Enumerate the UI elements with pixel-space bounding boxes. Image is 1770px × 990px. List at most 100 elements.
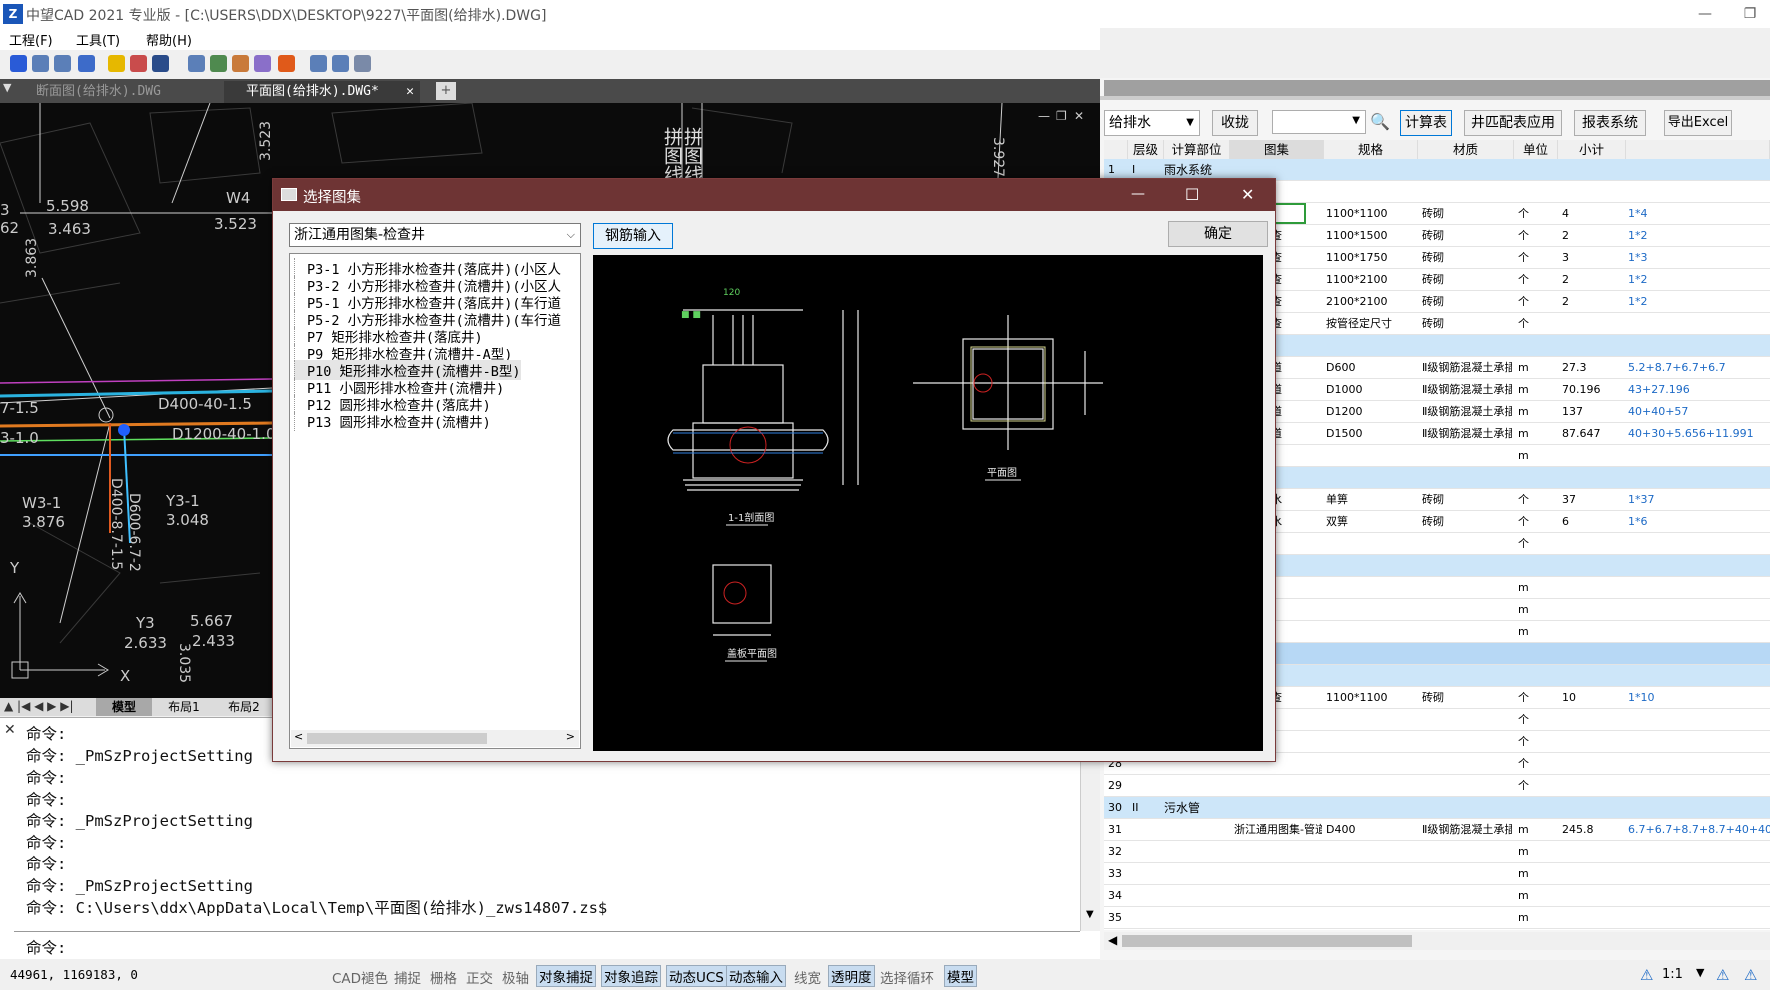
well-match-button[interactable]: 井匹配表应用 <box>1464 110 1562 136</box>
new-tab-icon[interactable]: + <box>436 82 456 100</box>
table-cell-formula: 1*10 <box>1628 691 1655 704</box>
column-header[interactable]: 规格 <box>1324 140 1418 159</box>
coordinates: 44961, 1169183, 0 <box>10 967 138 982</box>
column-header[interactable]: 单位 <box>1514 140 1558 159</box>
menu-project[interactable]: 工程(F) <box>9 30 53 49</box>
layer-icon[interactable] <box>130 55 147 72</box>
chevron-left-icon[interactable]: < <box>294 730 303 743</box>
cad-text: 3.048 <box>166 511 209 529</box>
calc-table-button[interactable]: 计算表 <box>1400 110 1452 136</box>
rebar-input-button[interactable]: 钢筋输入 <box>593 223 673 249</box>
table-row[interactable]: 29 个 <box>1104 775 1770 797</box>
toggle-ortho[interactable]: 正交 <box>466 967 493 987</box>
tab-layout1[interactable]: 布局1 <box>156 698 212 716</box>
table-cell-formula <box>1628 731 1770 753</box>
chevron-down-icon[interactable]: ▼ <box>1086 909 1094 920</box>
toggle-grid[interactable]: 栅格 <box>430 967 457 987</box>
table-row[interactable]: 31 浙江通用图集-管道 D400 Ⅱ级钢筋混凝土承插 m 245.8 6.7+6.7+8.… <box>1104 819 1770 841</box>
table-row[interactable]: 33 m <box>1104 863 1770 885</box>
table-hscrollbar[interactable]: ◀ <box>1104 932 1770 950</box>
restore-button[interactable]: ❐ <box>1735 3 1765 25</box>
settings-icon[interactable] <box>232 55 249 72</box>
dialog-close-button[interactable]: ✕ <box>1241 185 1254 204</box>
tree-hscrollbar[interactable]: < > <box>291 730 579 747</box>
table-cell-spec: 1100*1750 <box>1326 251 1388 264</box>
toggle-otrack[interactable]: 对象追踪 <box>601 965 661 987</box>
find-icon[interactable] <box>254 55 271 72</box>
toggle-lineweight[interactable]: 线宽 <box>794 967 821 987</box>
table-row[interactable]: 32 m <box>1104 841 1770 863</box>
toggle-polar[interactable]: 极轴 <box>502 967 529 987</box>
toggle-cad-fade[interactable]: CAD褪色 <box>332 967 388 987</box>
redo-icon[interactable] <box>54 55 71 72</box>
auto-scale-icon[interactable]: ⚠ <box>1744 966 1757 984</box>
tree-item[interactable]: P13 圆形排水检查井(流槽井) <box>294 411 491 431</box>
scroll-thumb[interactable] <box>1122 935 1412 947</box>
table-icon[interactable] <box>310 55 327 72</box>
column-header[interactable]: 小计 <box>1558 140 1626 159</box>
toggle-ducs[interactable]: 动态UCS <box>666 965 727 987</box>
viewport-restore-icon[interactable]: ❐ <box>1056 109 1067 123</box>
open-icon[interactable] <box>10 55 27 72</box>
search-input[interactable]: ▼ <box>1272 110 1366 134</box>
tab-layout2[interactable]: 布局2 <box>216 698 272 716</box>
table-cell-qty: 2 <box>1562 273 1569 286</box>
tab-section-drawing[interactable]: 断面图(给排水).DWG <box>14 81 224 103</box>
column-header[interactable]: 层级 <box>1128 140 1164 159</box>
table-row[interactable]: 30 II 污水管 <box>1104 797 1770 819</box>
chevron-down-icon[interactable]: ▼ <box>1696 966 1704 979</box>
command-input[interactable]: 命令: <box>14 931 1080 959</box>
annotation-scale[interactable]: 1:1 <box>1662 967 1683 982</box>
edit-icon[interactable] <box>188 55 205 72</box>
toggle-model[interactable]: 模型 <box>944 965 977 987</box>
scroll-thumb[interactable] <box>307 733 487 744</box>
collapse-button[interactable]: 收拢 <box>1212 110 1258 136</box>
refresh-icon[interactable] <box>210 55 227 72</box>
grid-icon[interactable] <box>354 55 371 72</box>
export-excel-button[interactable]: 导出Excel <box>1664 110 1732 136</box>
book-icon[interactable] <box>152 55 169 72</box>
report-system-button[interactable]: 报表系统 <box>1574 110 1646 136</box>
chevron-left-icon[interactable]: ◀ <box>1108 933 1117 947</box>
save-icon[interactable] <box>78 55 95 72</box>
chevron-right-icon[interactable]: > <box>566 730 575 743</box>
table-cell-mat <box>1422 467 1512 489</box>
system-select[interactable]: 给排水 ▼ <box>1104 110 1200 136</box>
toggle-snap[interactable]: 捕捉 <box>394 967 421 987</box>
cad-canvas-top[interactable]: 拼图线 拼图线 3.927 — ❐ ✕ <box>272 103 1100 178</box>
column-header[interactable]: 计算部位 <box>1164 140 1230 159</box>
chart-icon[interactable] <box>332 55 349 72</box>
tab-model[interactable]: 模型 <box>96 698 152 716</box>
viewport-close-icon[interactable]: ✕ <box>1074 109 1084 123</box>
toggle-selection-cycle[interactable]: 选择循环 <box>880 967 934 987</box>
dialog-maximize-button[interactable]: ☐ <box>1185 185 1199 204</box>
column-header[interactable]: 材质 <box>1418 140 1514 159</box>
layout-nav-icons[interactable]: ▲ |◀ ◀ ▶ ▶| <box>4 699 74 713</box>
annotation-scale-icon[interactable]: ⚠ <box>1640 966 1653 984</box>
minimize-button[interactable]: — <box>1690 3 1720 25</box>
tab-menu-icon[interactable]: ▼ <box>3 81 11 94</box>
tab-plan-drawing[interactable]: 平面图(给排水).DWG* ✕ <box>224 81 420 103</box>
table-cell-spec: 1100*1100 <box>1326 691 1388 704</box>
bulb-icon[interactable] <box>108 55 125 72</box>
table-cell-no: 32 <box>1108 845 1122 858</box>
toggle-dyn[interactable]: 动态输入 <box>726 965 786 987</box>
annotation-visibility-icon[interactable]: ⚠ <box>1716 966 1729 984</box>
atlas-select[interactable]: 浙江通用图集-检查井 ⌵ <box>289 223 581 247</box>
table-row[interactable]: 34 m <box>1104 885 1770 907</box>
menu-tools[interactable]: 工具(T) <box>76 30 120 49</box>
table-row[interactable]: 35 m <box>1104 907 1770 929</box>
cad-canvas[interactable]: 3 5.598 62 3.463 W4 3.523 D400-40-1.5 7-… <box>0 103 272 699</box>
close-icon[interactable]: ✕ <box>4 722 16 738</box>
toggle-osnap[interactable]: 对象捕捉 <box>536 965 596 987</box>
toggle-transparency[interactable]: 透明度 <box>828 965 875 987</box>
dialog-minimize-button[interactable]: — <box>1131 186 1145 202</box>
delete-icon[interactable] <box>278 55 295 72</box>
column-header[interactable]: 图集 <box>1230 140 1324 159</box>
ok-button[interactable]: 确定 <box>1168 221 1268 247</box>
undo-icon[interactable] <box>32 55 49 72</box>
tab-close-icon[interactable]: ✕ <box>406 81 414 103</box>
search-icon[interactable]: 🔍 <box>1370 112 1390 131</box>
viewport-minimize-icon[interactable]: — <box>1038 109 1050 123</box>
menu-help[interactable]: 帮助(H) <box>146 30 192 49</box>
